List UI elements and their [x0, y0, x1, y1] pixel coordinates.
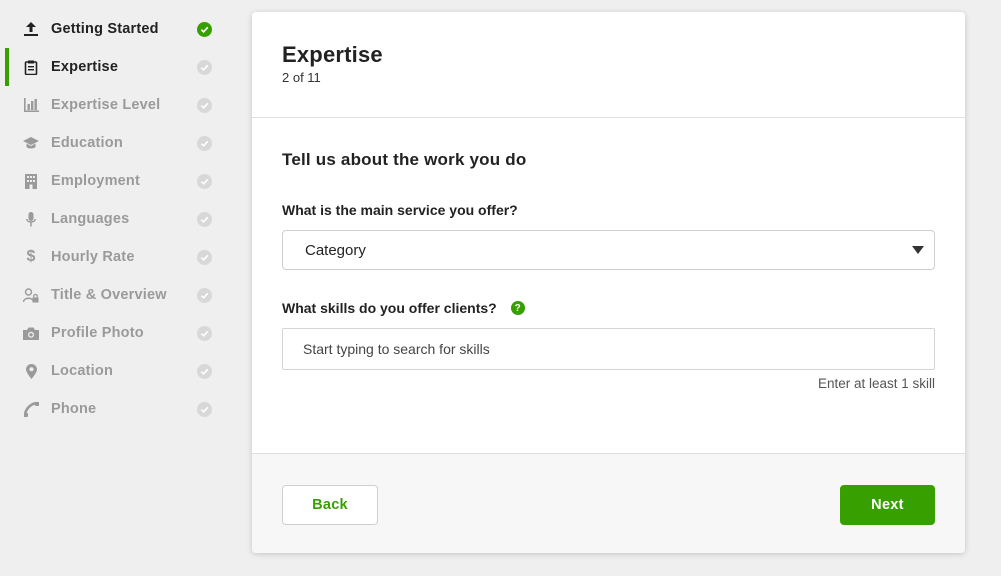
bar-chart-icon	[22, 96, 40, 114]
upload-icon	[22, 20, 40, 38]
sidebar-item-label: Expertise	[51, 59, 119, 75]
sidebar-item-label: Phone	[51, 401, 97, 417]
map-pin-icon	[22, 362, 40, 380]
sidebar-item-location[interactable]: Location	[0, 352, 232, 390]
skills-question-label: What skills do you offer clients?	[282, 300, 497, 316]
sidebar-item-employment[interactable]: Employment	[0, 162, 232, 200]
section-title: Tell us about the work you do	[282, 150, 527, 169]
sidebar: Getting Started Expertise Expertise Leve…	[0, 0, 232, 576]
check-icon	[197, 287, 212, 303]
skills-hint: Enter at least 1 skill	[817, 376, 935, 391]
card-footer: Back Next	[252, 453, 965, 553]
sidebar-item-label: Expertise Level	[51, 97, 161, 113]
expertise-card: Expertise 2 of 11 Tell us about the work…	[252, 12, 965, 553]
sidebar-item-label: Hourly Rate	[51, 249, 135, 265]
sidebar-item-phone[interactable]: Phone	[0, 390, 232, 428]
skills-search-input[interactable]	[282, 328, 935, 370]
active-indicator	[5, 48, 9, 86]
building-icon	[22, 172, 40, 190]
sidebar-item-label: Employment	[51, 173, 141, 189]
dollar-icon: $	[26, 248, 36, 265]
phone-icon	[22, 400, 40, 418]
check-icon	[197, 401, 212, 417]
check-icon	[197, 249, 212, 265]
step-counter: 2 of 11	[282, 70, 321, 85]
service-question-label: What is the main service you offer?	[282, 202, 518, 218]
sidebar-item-label: Title & Overview	[51, 287, 167, 303]
sidebar-item-expertise[interactable]: Expertise	[0, 48, 232, 86]
check-icon	[197, 211, 212, 227]
sidebar-item-getting-started[interactable]: Getting Started	[0, 10, 232, 48]
sidebar-item-profile-photo[interactable]: Profile Photo	[0, 314, 232, 352]
sidebar-item-label: Profile Photo	[51, 325, 144, 341]
card-header: Expertise 2 of 11	[252, 12, 965, 118]
sidebar-item-label: Languages	[51, 211, 130, 227]
check-icon	[197, 97, 212, 113]
check-icon	[197, 59, 212, 75]
check-icon	[197, 363, 212, 379]
check-icon	[197, 173, 212, 189]
check-icon	[197, 135, 212, 151]
graduation-cap-icon	[22, 134, 40, 152]
sidebar-item-education[interactable]: Education	[0, 124, 232, 162]
sidebar-item-label: Location	[51, 363, 114, 379]
page-title: Expertise	[282, 42, 383, 67]
microphone-icon	[22, 210, 40, 228]
sidebar-item-label: Education	[51, 135, 123, 151]
check-icon	[197, 325, 212, 341]
user-lock-icon	[22, 286, 40, 304]
category-select[interactable]: Category	[282, 230, 935, 270]
sidebar-item-hourly-rate[interactable]: $ Hourly Rate	[0, 238, 232, 276]
sidebar-item-languages[interactable]: Languages	[0, 200, 232, 238]
clipboard-icon	[22, 58, 40, 76]
caret-down-icon	[912, 246, 924, 254]
skills-question: What skills do you offer clients? ?	[282, 300, 525, 316]
help-icon[interactable]: ?	[510, 301, 525, 315]
camera-icon	[22, 324, 40, 342]
sidebar-item-label: Getting Started	[51, 21, 159, 37]
check-icon	[197, 21, 212, 37]
back-button[interactable]: Back	[282, 485, 378, 525]
sidebar-item-expertise-level[interactable]: Expertise Level	[0, 86, 232, 124]
category-select-value: Category	[305, 241, 366, 259]
sidebar-item-title-overview[interactable]: Title & Overview	[0, 276, 232, 314]
next-button[interactable]: Next	[840, 485, 935, 525]
